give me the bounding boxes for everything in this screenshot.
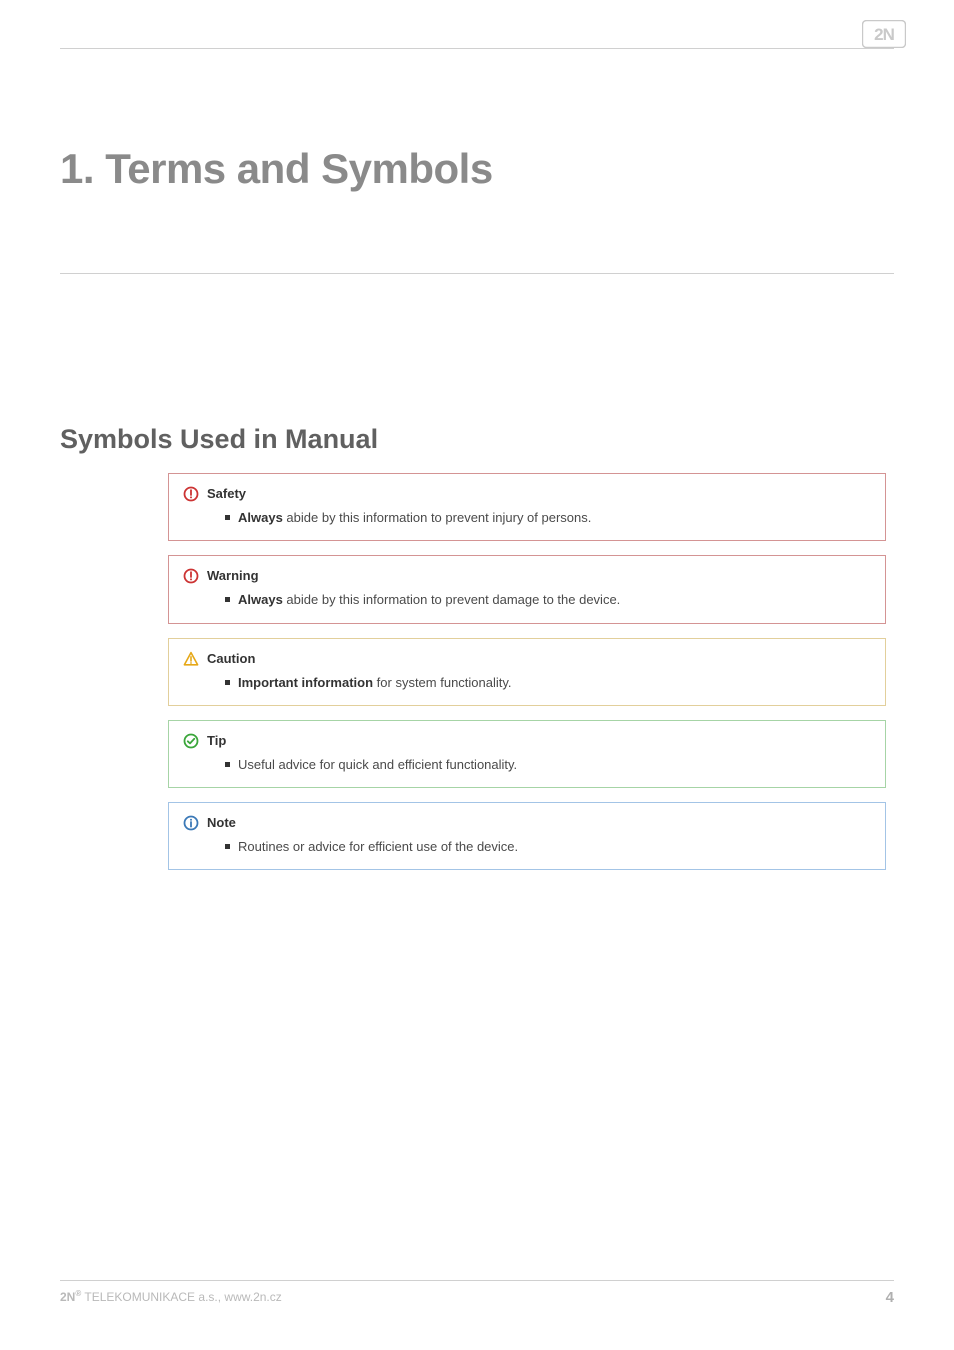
page-footer: 2N® TELEKOMUNIKACE a.s., www.2n.cz 4 — [60, 1280, 894, 1306]
callouts-container: Safety Always abide by this information … — [168, 473, 886, 870]
info-circle-icon — [183, 815, 199, 831]
callout-tip-header: Tip — [183, 731, 871, 751]
callout-warning-header: Warning — [183, 566, 871, 586]
callout-tip-body: Useful advice for quick and efficient fu… — [183, 755, 871, 775]
callout-caution-body-bold: Important information — [238, 675, 373, 690]
callout-tip-title: Tip — [207, 731, 226, 751]
warning-triangle-icon — [183, 651, 199, 667]
title-rule — [60, 273, 894, 274]
callout-safety-header: Safety — [183, 484, 871, 504]
section-title: Symbols Used in Manual — [60, 424, 894, 455]
callout-caution-body-text: for system functionality. — [373, 675, 511, 690]
callout-warning-title: Warning — [207, 566, 259, 586]
footer-company-name: 2N — [60, 1290, 75, 1304]
brand-logo: 2N — [862, 20, 906, 48]
svg-text:2N: 2N — [874, 25, 894, 44]
callout-caution: Caution Important information for system… — [168, 638, 886, 706]
error-circle-icon — [183, 568, 199, 584]
callout-safety-title: Safety — [207, 484, 246, 504]
footer-rest: TELEKOMUNIKACE a.s., www.2n.cz — [81, 1290, 282, 1304]
callout-warning-body: Always abide by this information to prev… — [183, 590, 871, 610]
callout-caution-header: Caution — [183, 649, 871, 669]
callout-caution-title: Caution — [207, 649, 255, 669]
callout-caution-body: Important information for system functio… — [183, 673, 871, 693]
brand-logo-svg: 2N — [862, 20, 906, 48]
callout-tip: Tip Useful advice for quick and efficien… — [168, 720, 886, 788]
callout-note-title: Note — [207, 813, 236, 833]
error-circle-icon — [183, 486, 199, 502]
page-number: 4 — [886, 1289, 894, 1306]
callout-note-body-text: Routines or advice for efficient use of … — [238, 839, 518, 854]
callout-safety-body: Always abide by this information to prev… — [183, 508, 871, 528]
callout-safety-body-text: abide by this information to prevent inj… — [283, 510, 592, 525]
callout-note-header: Note — [183, 813, 871, 833]
callout-note: Note Routines or advice for efficient us… — [168, 802, 886, 870]
footer-rule — [60, 1280, 894, 1281]
callout-note-body: Routines or advice for efficient use of … — [183, 837, 871, 857]
footer-company: 2N® TELEKOMUNIKACE a.s., www.2n.cz — [60, 1289, 282, 1306]
callout-warning-body-bold: Always — [238, 592, 283, 607]
check-circle-icon — [183, 733, 199, 749]
callout-safety: Safety Always abide by this information … — [168, 473, 886, 541]
callout-tip-body-text: Useful advice for quick and efficient fu… — [238, 757, 517, 772]
callout-safety-body-bold: Always — [238, 510, 283, 525]
callout-warning-body-text: abide by this information to prevent dam… — [283, 592, 620, 607]
callout-warning: Warning Always abide by this information… — [168, 555, 886, 623]
page-title: 1. Terms and Symbols — [60, 145, 894, 193]
header-rule — [60, 48, 894, 49]
